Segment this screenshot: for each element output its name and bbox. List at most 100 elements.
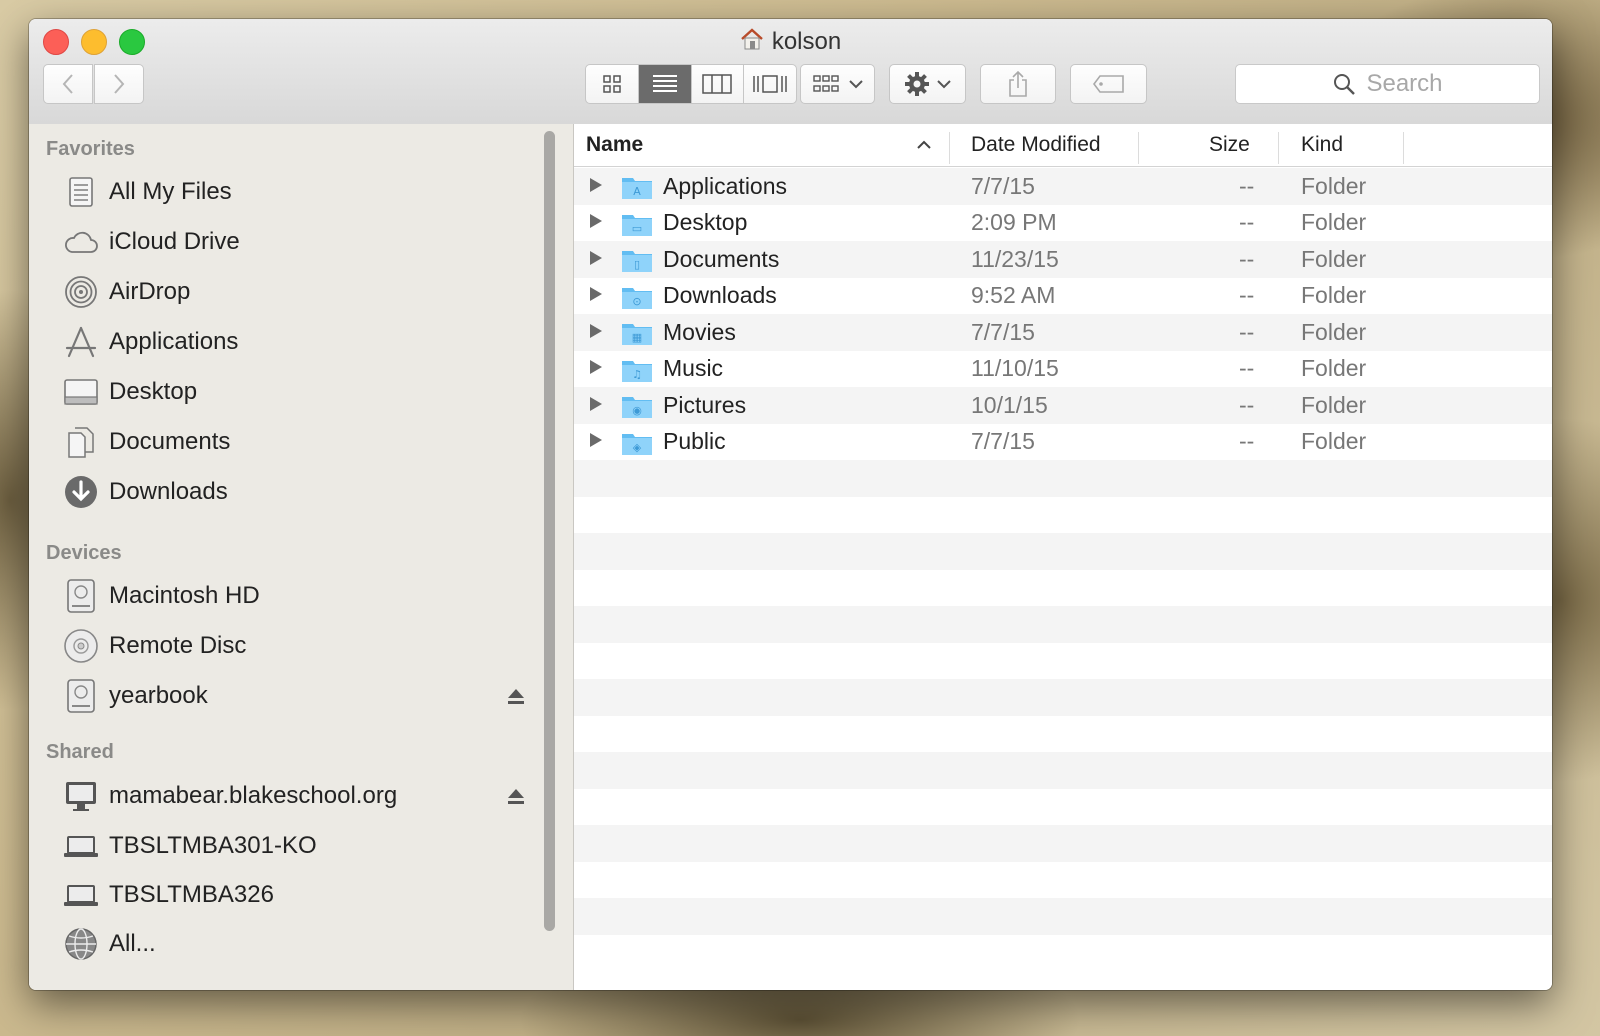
disclosure-triangle-icon[interactable] [588,319,604,346]
view-mode-segmented-control [585,64,797,104]
sidebar-item-remote-disc[interactable]: Remote Disc [61,626,246,666]
disclosure-triangle-icon[interactable] [588,392,604,419]
search-icon [1334,74,1356,95]
file-name: Music [663,355,724,382]
columns-icon [702,74,733,94]
file-row[interactable]: ▯ Documents 11/23/15 -- Folder [574,241,1552,278]
file-name: Applications [663,172,788,199]
sidebar-item-desktop[interactable]: Desktop [61,372,197,412]
tags-button[interactable] [1070,64,1147,104]
sidebar-item-all-my-files[interactable]: All My Files [61,172,232,212]
file-row[interactable]: ▦ Movies 7/7/15 -- Folder [574,314,1552,351]
sidebar-scrollbar[interactable] [544,131,555,931]
empty-row [574,497,1552,534]
share-icon [1009,70,1027,97]
sidebar-item-tbsltmba301-ko[interactable]: TBSLTMBA301-KO [61,826,317,866]
sidebar-section-devices: Devices [46,542,122,564]
sidebar-item-airdrop[interactable]: AirDrop [61,272,190,312]
disclosure-triangle-icon[interactable] [588,428,604,455]
disclosure-triangle-icon[interactable] [588,209,604,236]
sidebar-item-applications[interactable]: Applications [61,322,238,362]
column-header-name[interactable]: Name [586,124,643,166]
sidebar-section-shared: Shared [46,741,114,763]
eject-icon [508,789,524,804]
forward-button[interactable] [94,64,144,104]
file-row[interactable]: ♫ Music 11/10/15 -- Folder [574,351,1552,388]
sidebar-item-yearbook[interactable]: yearbook [61,676,208,716]
file-row[interactable]: ▭ Desktop 2:09 PM -- Folder [574,205,1552,242]
column-header-kind[interactable]: Kind [1301,124,1343,166]
search-placeholder: Search [1366,70,1443,97]
svg-text:A: A [633,185,641,198]
disclosure-triangle-icon[interactable] [588,173,604,200]
disclosure-triangle-icon[interactable] [588,355,604,382]
sidebar-section-favorites: Favorites [46,138,135,160]
file-row[interactable]: ⊙ Downloads 9:52 AM -- Folder [574,278,1552,315]
file-row[interactable]: ◈ Public 7/7/15 -- Folder [574,424,1552,461]
sidebar-item-label: All My Files [109,178,232,205]
network-globe-icon [61,924,101,964]
svg-text:▦: ▦ [632,331,642,344]
folder-icon: ♫ [621,357,653,389]
empty-row [574,716,1552,753]
sidebar-item-all-shared[interactable]: All... [61,924,156,964]
column-divider[interactable] [949,132,950,164]
arrange-grid-icon [812,75,839,92]
sidebar-item-label: Downloads [109,478,228,505]
chevron-left-icon [62,74,73,94]
disclosure-triangle-icon[interactable] [588,282,604,309]
cloud-icon [61,222,101,262]
svg-text:▭: ▭ [632,222,642,235]
empty-row [574,679,1552,716]
sidebar-item-macintosh-hd[interactable]: Macintosh HD [61,576,260,616]
disclosure-triangle-icon[interactable] [588,246,604,273]
sidebar-item-tbsltmba326[interactable]: TBSLTMBA326 [61,875,274,915]
file-list: Name Date Modified Size Kind A Applicatio… [574,124,1552,990]
file-name: Movies [663,318,736,345]
sidebar-item-mamabear[interactable]: mamabear.blakeschool.org [61,776,397,816]
file-row[interactable]: A Applications 7/7/15 -- Folder [574,168,1552,205]
folder-icon: ◉ [621,393,653,425]
sidebar-item-label: mamabear.blakeschool.org [109,782,398,809]
file-kind: Folder [1301,428,1367,455]
folder-icon: ▯ [621,247,653,279]
cover-flow-button[interactable] [744,65,796,103]
column-divider[interactable] [1403,132,1404,164]
file-date-modified: 10/1/15 [971,391,1048,418]
sidebar-item-label: Remote Disc [109,632,247,659]
eject-yearbook-button[interactable] [506,686,526,706]
file-name: Documents [663,245,780,272]
column-header-size[interactable]: Size [1209,124,1250,166]
sort-ascending-icon[interactable] [916,124,932,166]
icon-view-button[interactable] [586,65,639,103]
file-name: Desktop [663,209,748,236]
empty-row [574,825,1552,862]
tag-icon [1092,75,1124,93]
list-view-button[interactable] [638,65,692,103]
empty-row [574,533,1552,570]
file-row[interactable]: ◉ Pictures 10/1/15 -- Folder [574,387,1552,424]
sidebar-item-label: yearbook [109,682,208,709]
eject-mamabear-button[interactable] [506,786,526,806]
sidebar-item-downloads[interactable]: Downloads [61,472,228,512]
arrange-button[interactable] [800,64,875,104]
sidebar-item-label: TBSLTMBA301-KO [109,832,317,859]
sidebar-item-label: Desktop [109,378,198,405]
column-view-button[interactable] [692,65,745,103]
folder-icon: ⊙ [621,284,653,316]
column-divider[interactable] [1138,132,1139,164]
column-header-date-modified[interactable]: Date Modified [971,124,1101,166]
monitor-icon [61,776,101,816]
empty-row [574,898,1552,935]
back-button[interactable] [43,64,93,104]
column-divider[interactable] [1278,132,1279,164]
search-field[interactable]: Search [1235,64,1540,104]
sidebar-item-icloud-drive[interactable]: iCloud Drive [61,222,240,262]
sidebar-item-documents[interactable]: Documents [61,422,230,462]
share-button[interactable] [980,64,1056,104]
svg-text:⊙: ⊙ [632,295,641,308]
sidebar-item-label: Macintosh HD [109,582,260,609]
file-date-modified: 11/23/15 [971,245,1059,272]
action-button[interactable] [889,64,966,104]
file-size: -- [1239,282,1255,309]
